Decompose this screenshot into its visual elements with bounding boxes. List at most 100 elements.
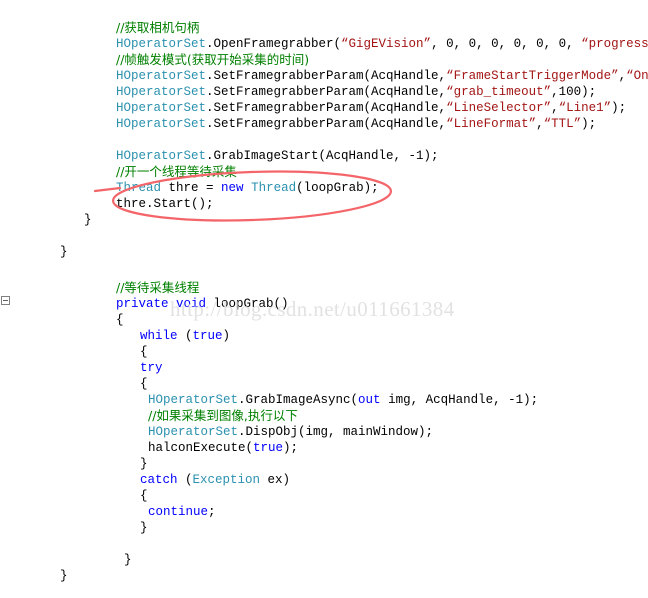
code-line[interactable]: //获取相机句柄	[116, 20, 199, 36]
code-token-plain: );	[581, 117, 597, 131]
code-token-type: HOperatorSet	[116, 85, 207, 99]
code-token-plain: );	[283, 441, 299, 455]
code-token-plain: ,	[536, 117, 544, 131]
code-line[interactable]: //帧触发模式(获取开始采集的时间)	[116, 52, 309, 68]
code-token-plain: img, AcqHandle, -1);	[380, 393, 539, 407]
code-line[interactable]: private void loopGrab()	[116, 296, 289, 312]
code-token-type: HOperatorSet	[116, 117, 207, 131]
code-token-plain: .GrabImageAsync(	[238, 393, 359, 407]
code-token-type: Thread	[251, 181, 297, 195]
code-token-plain: }	[140, 457, 148, 471]
code-token-str: “Line1”	[558, 101, 612, 115]
code-line[interactable]: HOperatorSet.SetFramegrabberParam(AcqHan…	[116, 116, 596, 132]
code-line[interactable]: {	[140, 376, 148, 392]
code-token-plain: loopGrab()	[206, 297, 289, 311]
code-token-str: “LineFormat”	[446, 117, 537, 131]
code-text-area[interactable]: //获取相机句柄 HOperatorSet.OpenFramegrabber(“G…	[0, 0, 648, 598]
code-token-kw: new	[221, 181, 244, 195]
code-token-type: HOperatorSet	[148, 425, 239, 439]
code-token-plain: halconExecute(	[148, 441, 254, 455]
code-line[interactable]: while (true)	[140, 328, 230, 344]
code-token-plain: ,100);	[551, 85, 597, 99]
code-token-plain: .SetFramegrabberParam(AcqHandle,	[206, 101, 447, 115]
code-token-plain: (	[177, 473, 193, 487]
code-token-kw: try	[140, 361, 163, 375]
code-line[interactable]: }	[60, 568, 68, 584]
code-token-plain: }	[60, 245, 68, 259]
code-token-type: Thread	[116, 181, 162, 195]
code-token-plain: {	[116, 313, 124, 327]
code-token-plain: {	[140, 489, 148, 503]
code-token-type: HOperatorSet	[116, 149, 207, 163]
code-line[interactable]: {	[116, 312, 124, 328]
code-token-plain: {	[140, 377, 148, 391]
code-token-cmt: //如果采集到图像,执行以下	[148, 408, 298, 423]
code-token-str: “On”	[626, 69, 648, 83]
code-token-kw: true	[192, 329, 223, 343]
code-line[interactable]: HOperatorSet.GrabImageAsync(out img, Acq…	[148, 392, 538, 408]
code-line[interactable]: HOperatorSet.DispObj(img, mainWindow);	[148, 424, 433, 440]
code-token-plain: );	[611, 101, 627, 115]
code-line[interactable]: HOperatorSet.SetFramegrabberParam(AcqHan…	[116, 68, 648, 84]
code-line[interactable]: }	[140, 520, 148, 536]
code-line[interactable]: HOperatorSet.GrabImageStart(AcqHandle, -…	[116, 148, 439, 164]
code-token-plain: }	[124, 553, 132, 567]
code-token-cmt: //等待采集线程	[116, 280, 200, 295]
code-line[interactable]: }	[140, 456, 148, 472]
code-token-kw: catch	[140, 473, 178, 487]
code-token-plain: ,	[551, 101, 559, 115]
code-token-plain: ,	[618, 69, 627, 83]
code-line[interactable]: Thread thre = new Thread(loopGrab);	[116, 180, 379, 196]
code-line[interactable]: try	[140, 360, 163, 376]
code-token-str: “grab_timeout”	[446, 85, 552, 99]
code-token-plain: .SetFramegrabberParam(AcqHandle,	[206, 117, 447, 131]
code-token-plain: }	[140, 521, 148, 535]
code-token-str: “LineSelector”	[446, 101, 552, 115]
code-token-str: “progressive”	[581, 37, 648, 51]
code-token-type: HOperatorSet	[116, 37, 207, 51]
code-token-plain: , 0, 0, 0, 0, 0, 0,	[431, 37, 582, 51]
code-token-plain: .DispObj(img, mainWindow);	[238, 425, 434, 439]
code-line[interactable]: HOperatorSet.SetFramegrabberParam(AcqHan…	[116, 100, 626, 116]
code-token-kw: continue	[148, 505, 209, 519]
code-line[interactable]: }	[84, 212, 92, 228]
code-line[interactable]: HOperatorSet.OpenFramegrabber(“GigEVisio…	[116, 36, 648, 52]
code-line[interactable]: thre.Start();	[116, 196, 214, 212]
code-token-plain: thre.Start();	[116, 197, 214, 211]
code-token-str: “TTL”	[543, 117, 582, 131]
code-token-kw: void	[176, 297, 207, 311]
code-token-plain: }	[60, 569, 68, 583]
code-token-plain: (	[177, 329, 193, 343]
code-line[interactable]: catch (Exception ex)	[140, 472, 290, 488]
code-line[interactable]: //开一个线程等待采集	[116, 164, 237, 180]
code-token-kw: private	[116, 297, 169, 311]
code-line[interactable]: //如果采集到图像,执行以下	[148, 408, 298, 424]
code-token-type: HOperatorSet	[116, 69, 207, 83]
code-token-plain: thre =	[161, 181, 222, 195]
code-token-kw: true	[253, 441, 284, 455]
code-token-plain: ;	[208, 505, 216, 519]
code-token-str: “GigEVision”	[341, 37, 432, 51]
code-token-type: Exception	[192, 473, 261, 487]
code-line[interactable]: {	[140, 488, 148, 504]
code-token-plain: .GrabImageStart(AcqHandle, -1);	[206, 149, 439, 163]
code-token-cmt: //开一个线程等待采集	[116, 164, 237, 179]
code-line[interactable]: }	[124, 552, 132, 568]
code-line[interactable]: halconExecute(true);	[148, 440, 298, 456]
code-line[interactable]: //等待采集线程	[116, 280, 199, 296]
code-token-plain: .SetFramegrabberParam(AcqHandle,	[206, 85, 447, 99]
code-editor-screenshot: //获取相机句柄 HOperatorSet.OpenFramegrabber(“G…	[0, 0, 648, 598]
code-token-plain: ex)	[260, 473, 291, 487]
code-line[interactable]: }	[60, 244, 68, 260]
code-line[interactable]: continue;	[148, 504, 216, 520]
code-token-type: HOperatorSet	[148, 393, 239, 407]
code-token-type: HOperatorSet	[116, 101, 207, 115]
code-token-plain: {	[140, 345, 148, 359]
code-token-plain: .SetFramegrabberParam(AcqHandle,	[206, 69, 447, 83]
code-token-plain: }	[84, 213, 92, 227]
code-token-str: “FrameStartTriggerMode”	[446, 69, 619, 83]
code-line[interactable]: HOperatorSet.SetFramegrabberParam(AcqHan…	[116, 84, 596, 100]
code-line[interactable]: {	[140, 344, 148, 360]
